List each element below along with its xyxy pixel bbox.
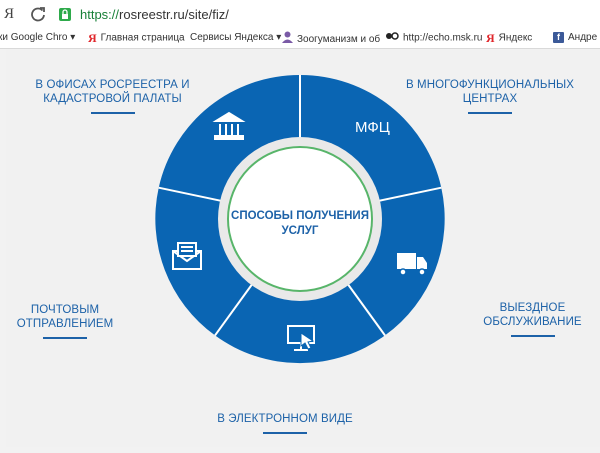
yandex-icon: Я [88, 31, 97, 45]
label-underline [510, 335, 555, 337]
bookmark-item[interactable]: Зоогуманизм и об [282, 31, 380, 45]
label-underline [43, 337, 87, 339]
label-post[interactable]: ПОЧТОВЫМ ОТПРАВЛЕНИЕМ [10, 303, 120, 339]
user-icon [282, 31, 293, 48]
label-underline [468, 112, 512, 114]
address-bar[interactable]: https://rosreestr.ru/site/fiz/ [58, 5, 598, 24]
label-offices[interactable]: В ОФИСАХ РОСРЕЕСТРА И КАДАСТРОВОЙ ПАЛАТЫ [30, 78, 195, 114]
yandex-icon: Я [486, 31, 495, 45]
url-text[interactable]: https://rosreestr.ru/site/fiz/ [80, 5, 229, 24]
chevron-down-icon: ▾ [70, 32, 76, 43]
bookmark-item[interactable]: Я Главная страница [88, 31, 185, 45]
label-underline [263, 432, 307, 434]
bookmark-item[interactable]: f Андре [553, 31, 597, 45]
label-mobile[interactable]: ВЫЕЗДНОЕ ОБСЛУЖИВАНИЕ [480, 301, 585, 337]
bookmark-item[interactable]: ки Google Chro ▾ [0, 31, 75, 45]
mfc-segment-label: МФЦ [355, 119, 390, 136]
bookmark-item[interactable]: Сервисы Яндекса ▾ [190, 31, 281, 45]
browser-chrome: Я https://rosreestr.ru/site/fiz/ ки Goog… [0, 0, 600, 49]
center-title: СПОСОБЫ ПОЛУЧЕНИЯ УСЛУГ [231, 210, 369, 237]
bookmark-item[interactable]: Я Яндекс [486, 31, 532, 45]
echo-icon [386, 31, 399, 45]
bookmarks-bar: ки Google Chro ▾ Я Главная страница Серви… [0, 28, 600, 48]
facebook-icon: f [553, 31, 564, 43]
lock-icon [59, 8, 71, 21]
reload-icon[interactable] [30, 4, 46, 24]
label-mfc[interactable]: В МНОГОФУНКЦИОНАЛЬНЫХ ЦЕНТРАХ [405, 78, 575, 114]
label-underline [90, 112, 135, 114]
bookmark-item[interactable]: http://echo.msk.ru [386, 31, 482, 45]
yandex-browser-icon[interactable]: Я [4, 4, 14, 24]
label-electronic[interactable]: В ЭЛЕКТРОННОМ ВИДЕ [200, 412, 370, 434]
page-content: МФЦ СПОСОБЫ ПОЛУЧЕНИЯ УСЛУГ В ОФИСАХ РОС… [0, 49, 600, 453]
browser-toolbar: Я https://rosreestr.ru/site/fiz/ [0, 0, 600, 28]
chevron-down-icon: ▾ [276, 32, 282, 43]
